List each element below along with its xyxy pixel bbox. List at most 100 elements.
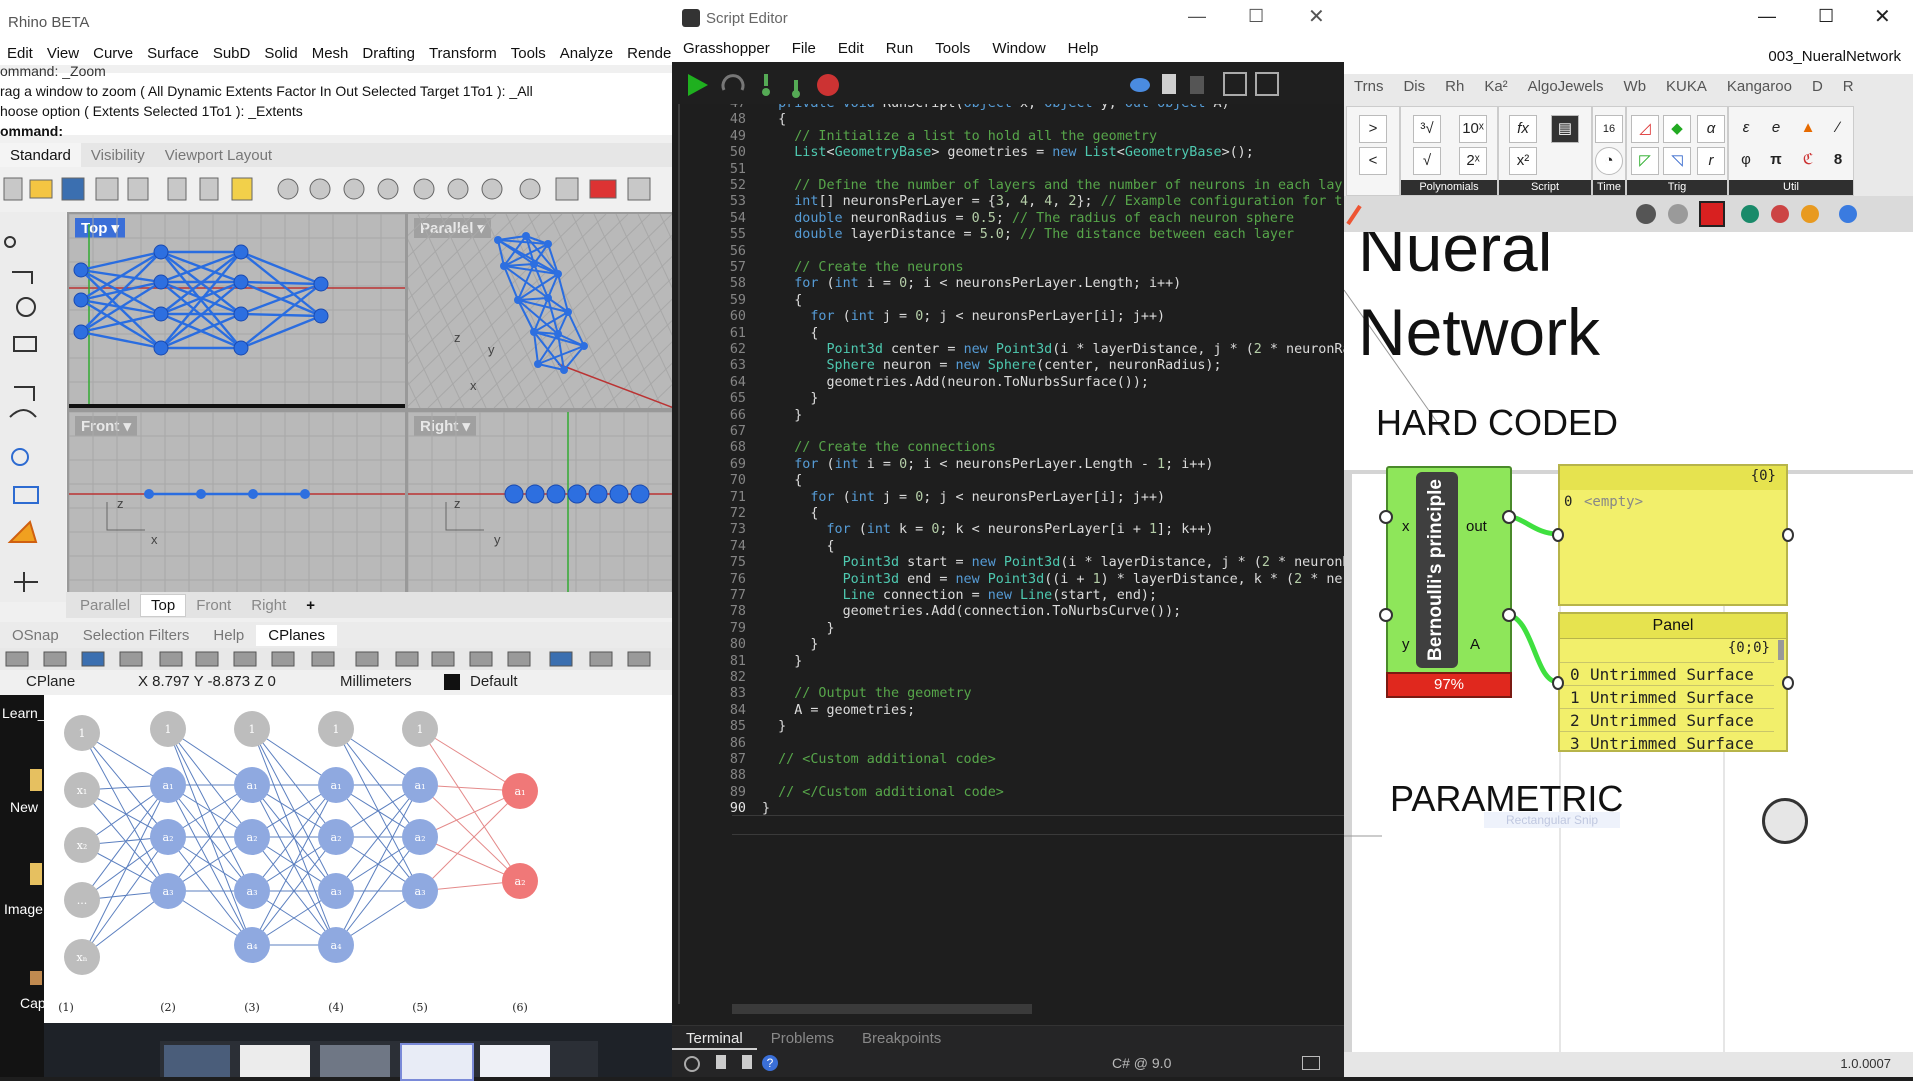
gh-canvas[interactable]: Nueral Network HARD CODED PARAMETRIC x y… (1344, 232, 1913, 1052)
output-a-label[interactable]: A (1470, 636, 1480, 653)
close-icon[interactable]: ✕ (1874, 4, 1891, 29)
gh-tab-kangaroo[interactable]: Kangaroo (1717, 74, 1802, 102)
file-icon[interactable] (716, 1055, 726, 1069)
code-line[interactable]: { (762, 326, 818, 341)
material-icon[interactable] (1801, 205, 1819, 223)
layout-icon[interactable] (1302, 1056, 1320, 1070)
less-than-component[interactable]: < (1359, 147, 1387, 175)
gh-tab-trns[interactable]: Trns (1344, 74, 1393, 102)
tab-terminal[interactable]: Terminal (672, 1026, 757, 1050)
material-icon[interactable] (1771, 205, 1789, 223)
search-icon[interactable] (684, 1056, 700, 1072)
code-line[interactable]: Point3d center = new Point3d(i * layerDi… (762, 342, 1345, 357)
square-component[interactable]: x² (1509, 147, 1537, 175)
horizontal-scrollbar[interactable] (732, 1004, 1032, 1014)
selected-preview-icon[interactable] (1741, 205, 1759, 223)
rhino-side-toolbar[interactable] (0, 212, 66, 602)
viewport-parallel[interactable]: Parallel ▾ z y x (406, 212, 676, 410)
power-of-two-component[interactable]: 2ˣ (1459, 147, 1487, 175)
code-line[interactable]: } (762, 654, 802, 669)
epsilon-icon[interactable]: ε (1733, 115, 1759, 141)
panel-scrollbar[interactable] (1778, 640, 1784, 660)
gh-tab-algojewels[interactable]: AlgoJewels (1518, 74, 1614, 102)
input-y-label[interactable]: y (1402, 636, 1410, 653)
panel1-input-grip[interactable] (1552, 528, 1564, 542)
input-x-label[interactable]: x (1402, 518, 1410, 535)
close-icon[interactable]: ✕ (1308, 4, 1325, 29)
script-component[interactable]: ▤ (1551, 115, 1579, 143)
input-x-grip[interactable] (1379, 510, 1393, 524)
arc-icon[interactable]: ◹ (1663, 147, 1691, 175)
phi-icon[interactable]: φ (1733, 147, 1759, 173)
document-icon[interactable] (1162, 74, 1176, 94)
help-icon[interactable]: ? (762, 1055, 778, 1071)
minimize-icon[interactable]: — (1188, 6, 1206, 27)
brush-icon[interactable]: ∕ (1825, 115, 1851, 141)
code-line[interactable]: private void RunScript(object x, object … (762, 104, 1230, 111)
status-cplane[interactable]: CPlane (26, 673, 75, 690)
code-line[interactable]: double neuronRadius = 0.5; // The radius… (762, 211, 1294, 226)
se-menu-run[interactable]: Run (875, 38, 925, 62)
stop-icon[interactable] (817, 74, 839, 96)
toolbar-icons[interactable] (0, 168, 672, 212)
desktop-icon-image[interactable]: Image (4, 901, 43, 917)
greater-than-component[interactable]: > (1359, 115, 1387, 143)
maximize-icon[interactable]: ☐ (1818, 6, 1834, 27)
clock-icon[interactable]: ◔ (1595, 147, 1623, 175)
code-line[interactable]: } (762, 621, 834, 636)
cosine-icon[interactable]: ◆ (1663, 115, 1691, 143)
panel-tab-help[interactable]: Help (201, 625, 256, 646)
panel-tab-selection-filters[interactable]: Selection Filters (71, 625, 202, 646)
preview-eye-icon[interactable] (1130, 78, 1150, 92)
tab-standard[interactable]: Standard (0, 143, 81, 167)
gh-tab-rh[interactable]: Rh (1435, 74, 1474, 102)
output-a-grip[interactable] (1502, 608, 1516, 622)
code-line[interactable]: for (int k = 0; k < neuronsPerLayer[i + … (762, 522, 1214, 537)
code-line[interactable]: geometries.Add(neuron.ToNurbsSurface()); (762, 375, 1148, 390)
code-line[interactable]: { (762, 539, 834, 554)
mesh-settings-icon[interactable] (1839, 205, 1857, 223)
wireframe-preview-icon[interactable] (1668, 204, 1688, 224)
code-line[interactable]: Point3d end = new Point3d((i + 1) * laye… (762, 572, 1343, 587)
code-line[interactable]: Sphere neuron = new Sphere(center, neuro… (762, 358, 1222, 373)
code-line[interactable]: } (762, 637, 818, 652)
se-menu-help[interactable]: Help (1057, 38, 1110, 62)
code-line[interactable]: // Initialize a list to hold all the geo… (762, 129, 1157, 144)
code-line[interactable]: for (int i = 0; i < neuronsPerLayer.Leng… (762, 457, 1213, 472)
sine-icon[interactable]: ◿ (1631, 115, 1659, 143)
panel-left-icon[interactable] (1223, 72, 1247, 96)
e-constant-icon[interactable]: e (1763, 115, 1789, 141)
taskbar-preview-active[interactable] (400, 1043, 474, 1081)
code-line[interactable]: { (762, 473, 802, 488)
panel2-input-grip[interactable] (1552, 676, 1564, 690)
viewport-front[interactable]: Front ▾ z x (67, 410, 407, 596)
gh-tab-wb[interactable]: Wb (1614, 74, 1657, 102)
code-line[interactable]: // Define the number of layers and the n… (762, 178, 1342, 193)
alpha-icon[interactable]: α (1697, 115, 1725, 143)
code-line[interactable]: int[] neuronsPerLayer = {3, 4, 4, 2}; //… (762, 194, 1342, 209)
taskbar-preview[interactable] (480, 1045, 550, 1077)
viewport-right[interactable]: Right ▾ z y (406, 410, 676, 596)
shaded-preview-icon[interactable] (1699, 201, 1725, 227)
code-line[interactable]: } (762, 719, 786, 734)
tangent-icon[interactable]: ◸ (1631, 147, 1659, 175)
code-line[interactable]: // </Custom additional code> (762, 785, 1004, 800)
code-line[interactable]: for (int i = 0; i < neuronsPerLayer.Leng… (762, 276, 1181, 291)
command-prompt[interactable]: ommand: (0, 121, 672, 141)
code-line[interactable]: geometries.Add(connection.ToNurbsCurve()… (762, 604, 1182, 619)
viewport-tab-top[interactable]: Top (140, 593, 187, 617)
code-line[interactable]: // Output the geometry (762, 686, 971, 701)
file-icon[interactable] (742, 1055, 752, 1069)
viewport-tab-front[interactable]: Front (186, 595, 241, 616)
output-out-grip[interactable] (1502, 510, 1516, 524)
viewport-tab-right[interactable]: Right (241, 595, 296, 616)
code-line[interactable]: { (762, 506, 818, 521)
bell-curve-icon[interactable]: ▲ (1795, 115, 1821, 141)
cube-root-component[interactable]: ³√ (1413, 115, 1441, 143)
code-line[interactable]: for (int j = 0; j < neuronsPerLayer[i]; … (762, 490, 1165, 505)
code-line[interactable]: } (762, 391, 818, 406)
clipboard-icon[interactable] (1190, 76, 1204, 94)
panel1-output-grip[interactable] (1782, 528, 1794, 542)
minimize-icon[interactable]: — (1758, 6, 1776, 27)
viewport-tab-parallel[interactable]: Parallel (70, 595, 140, 616)
